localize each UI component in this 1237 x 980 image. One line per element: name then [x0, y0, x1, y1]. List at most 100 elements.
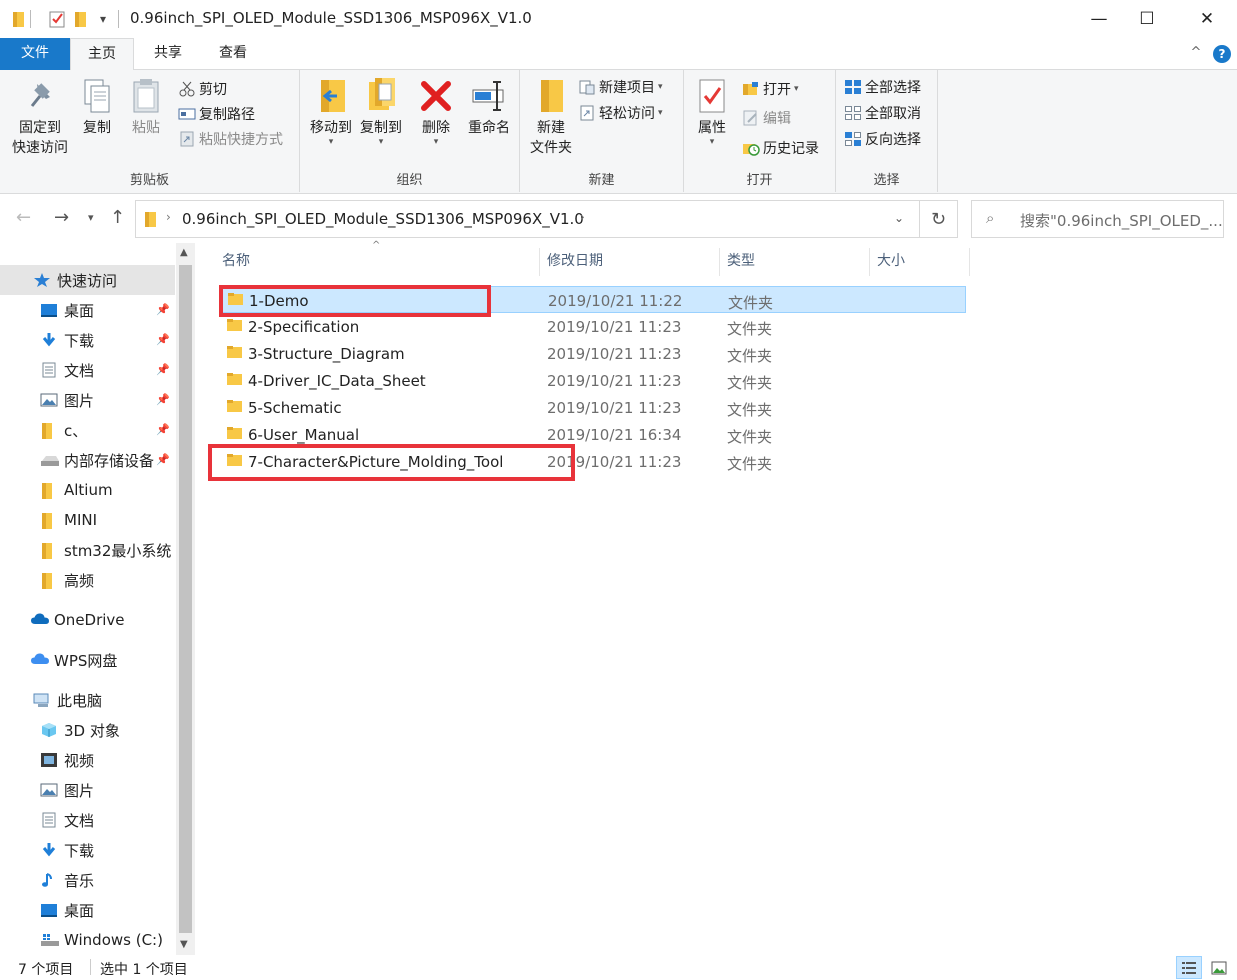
nav-this-pc-item[interactable]: Windows (C:): [0, 925, 175, 955]
nav-quick-access-item[interactable]: 桌面 📌: [0, 295, 175, 325]
select-none-button[interactable]: 全部取消: [844, 102, 921, 124]
select-none-label: 全部取消: [865, 106, 921, 122]
help-icon[interactable]: ?: [1213, 45, 1231, 63]
history-button[interactable]: 历史记录: [742, 137, 819, 159]
pin-icon[interactable]: 📌: [156, 423, 170, 436]
paste-shortcut-button[interactable]: 粘贴快捷方式: [178, 128, 283, 150]
cut-button[interactable]: 剪切: [178, 78, 227, 100]
tab-view[interactable]: 查看: [202, 38, 264, 70]
nav-quick-access-item[interactable]: c、 📌: [0, 415, 175, 445]
search-input[interactable]: ⌕ 搜索"0.96inch_SPI_OLED_...: [971, 200, 1224, 238]
nav-quick-access-item[interactable]: 下载 📌: [0, 325, 175, 355]
large-icons-view-icon[interactable]: [1206, 956, 1232, 979]
new-item-button[interactable]: 新建项目 ▾: [578, 76, 663, 98]
breadcrumb-current[interactable]: 0.96inch_SPI_OLED_Module_SSD1306_MSP096X…: [182, 210, 584, 228]
new-item-label: 新建项目: [599, 80, 655, 96]
nav-quick-access[interactable]: 快速访问: [0, 265, 175, 295]
delete-button[interactable]: 删除 ▾: [414, 76, 458, 147]
address-bar[interactable]: › 0.96inch_SPI_OLED_Module_SSD1306_MSP09…: [135, 200, 920, 238]
new-folder-button[interactable]: 新建 文件夹: [526, 76, 576, 158]
file-row[interactable]: 5-Schematic 2019/10/21 11:23 文件夹: [220, 394, 966, 421]
file-row[interactable]: 3-Structure_Diagram 2019/10/21 11:23 文件夹: [220, 340, 966, 367]
open-button[interactable]: 打开 ▾: [742, 78, 799, 100]
select-all-button[interactable]: 全部选择: [844, 76, 921, 98]
tab-share[interactable]: 共享: [138, 38, 198, 70]
pin-icon[interactable]: 📌: [156, 453, 170, 466]
nav-onedrive[interactable]: OneDrive: [0, 605, 175, 635]
easy-access-icon: [578, 105, 596, 121]
breadcrumb-chevron-icon[interactable]: ›: [580, 210, 585, 224]
nav-quick-access-item[interactable]: MINI: [0, 505, 175, 535]
customize-quick-access-icon[interactable]: ▾: [100, 9, 106, 29]
nav-this-pc-item[interactable]: 音乐: [0, 865, 175, 895]
copy-path-button[interactable]: 复制路径: [178, 103, 255, 125]
nav-quick-access-item[interactable]: 图片 📌: [0, 385, 175, 415]
pin-icon[interactable]: 📌: [156, 393, 170, 406]
new-folder-icon[interactable]: [74, 9, 88, 29]
nav-quick-access-item[interactable]: 高频: [0, 565, 175, 595]
nav-this-pc-item[interactable]: 视频: [0, 745, 175, 775]
nav-this-pc-item[interactable]: 桌面: [0, 895, 175, 925]
edit-button[interactable]: 编辑: [742, 107, 791, 129]
copy-button[interactable]: 复制: [76, 76, 118, 138]
move-to-button[interactable]: 移动到 ▾: [306, 76, 356, 147]
pin-icon[interactable]: 📌: [156, 363, 170, 376]
up-arrow-icon[interactable]: ↑: [110, 207, 125, 228]
refresh-icon[interactable]: ↻: [920, 200, 958, 238]
nav-wps-cloud[interactable]: WPS网盘: [0, 645, 175, 675]
maximize-button[interactable]: ☐: [1124, 0, 1170, 38]
column-header-modified[interactable]: 修改日期: [540, 248, 720, 276]
nav-this-pc-item[interactable]: 文档: [0, 805, 175, 835]
nav-this-pc-item[interactable]: 3D 对象: [0, 715, 175, 745]
minimize-button[interactable]: —: [1076, 0, 1122, 38]
file-row[interactable]: 4-Driver_IC_Data_Sheet 2019/10/21 11:23 文件…: [220, 367, 966, 394]
column-header-size[interactable]: 大小: [870, 248, 970, 276]
highlight-box: [219, 285, 491, 317]
nav-scrollbar[interactable]: ▲ ▼: [176, 243, 195, 955]
copy-to-button[interactable]: 复制到 ▾: [356, 76, 406, 147]
file-name: 2-Specification: [248, 318, 360, 336]
rename-button[interactable]: 重命名: [462, 76, 516, 138]
scroll-down-icon[interactable]: ▼: [180, 939, 188, 950]
pin-icon[interactable]: 📌: [156, 303, 170, 316]
nav-this-pc[interactable]: 此电脑: [0, 685, 175, 715]
picture-icon: [40, 782, 58, 798]
collapse-ribbon-icon[interactable]: ^: [1184, 38, 1208, 70]
pin-icon[interactable]: 📌: [156, 333, 170, 346]
scroll-up-icon[interactable]: ▲: [180, 247, 188, 258]
address-dropdown-icon[interactable]: ⌄: [894, 211, 904, 225]
nav-quick-access-item[interactable]: 文档 📌: [0, 355, 175, 385]
file-modified: 2019/10/21 11:22: [548, 292, 683, 310]
nav-label: stm32最小系统: [64, 541, 172, 560]
close-button[interactable]: ✕: [1184, 0, 1230, 38]
paste-button[interactable]: 粘贴: [124, 76, 168, 138]
properties-button[interactable]: 属性 ▾: [692, 76, 732, 147]
dropdown-arrow-icon: ▾: [433, 137, 439, 147]
invert-selection-button[interactable]: 反向选择: [844, 128, 921, 150]
cut-label: 剪切: [199, 82, 227, 98]
nav-quick-access-item[interactable]: 内部存储设备 📌: [0, 445, 175, 475]
properties-icon[interactable]: [48, 9, 66, 29]
file-row[interactable]: 2-Specification 2019/10/21 11:23 文件夹: [220, 313, 966, 340]
scrollbar-thumb[interactable]: [179, 265, 192, 933]
nav-this-pc-item[interactable]: 图片: [0, 775, 175, 805]
new-folder-label-1: 新建: [537, 120, 565, 136]
breadcrumb-chevron-icon[interactable]: ›: [166, 210, 171, 224]
column-header-name[interactable]: 名称: [215, 248, 540, 276]
folder-icon: [40, 422, 58, 439]
open-icon: [742, 81, 760, 97]
forward-arrow-icon[interactable]: →: [54, 207, 69, 228]
pin-to-quick-access-button[interactable]: 固定到 快速访问: [6, 76, 74, 158]
recent-locations-icon[interactable]: ▾: [88, 211, 94, 224]
details-view-icon[interactable]: [1176, 956, 1202, 979]
column-header-type[interactable]: 类型: [720, 248, 870, 276]
star-icon: [33, 272, 51, 288]
tab-home[interactable]: 主页: [70, 38, 134, 71]
nav-quick-access-item[interactable]: stm32最小系统: [0, 535, 175, 565]
easy-access-button[interactable]: 轻松访问 ▾: [578, 102, 663, 124]
nav-this-pc-item[interactable]: 下载: [0, 835, 175, 865]
back-arrow-icon[interactable]: ←: [16, 207, 31, 228]
nav-quick-access-item[interactable]: Altium: [0, 475, 175, 505]
document-icon: [40, 812, 58, 828]
tab-file[interactable]: 文件: [0, 38, 70, 70]
